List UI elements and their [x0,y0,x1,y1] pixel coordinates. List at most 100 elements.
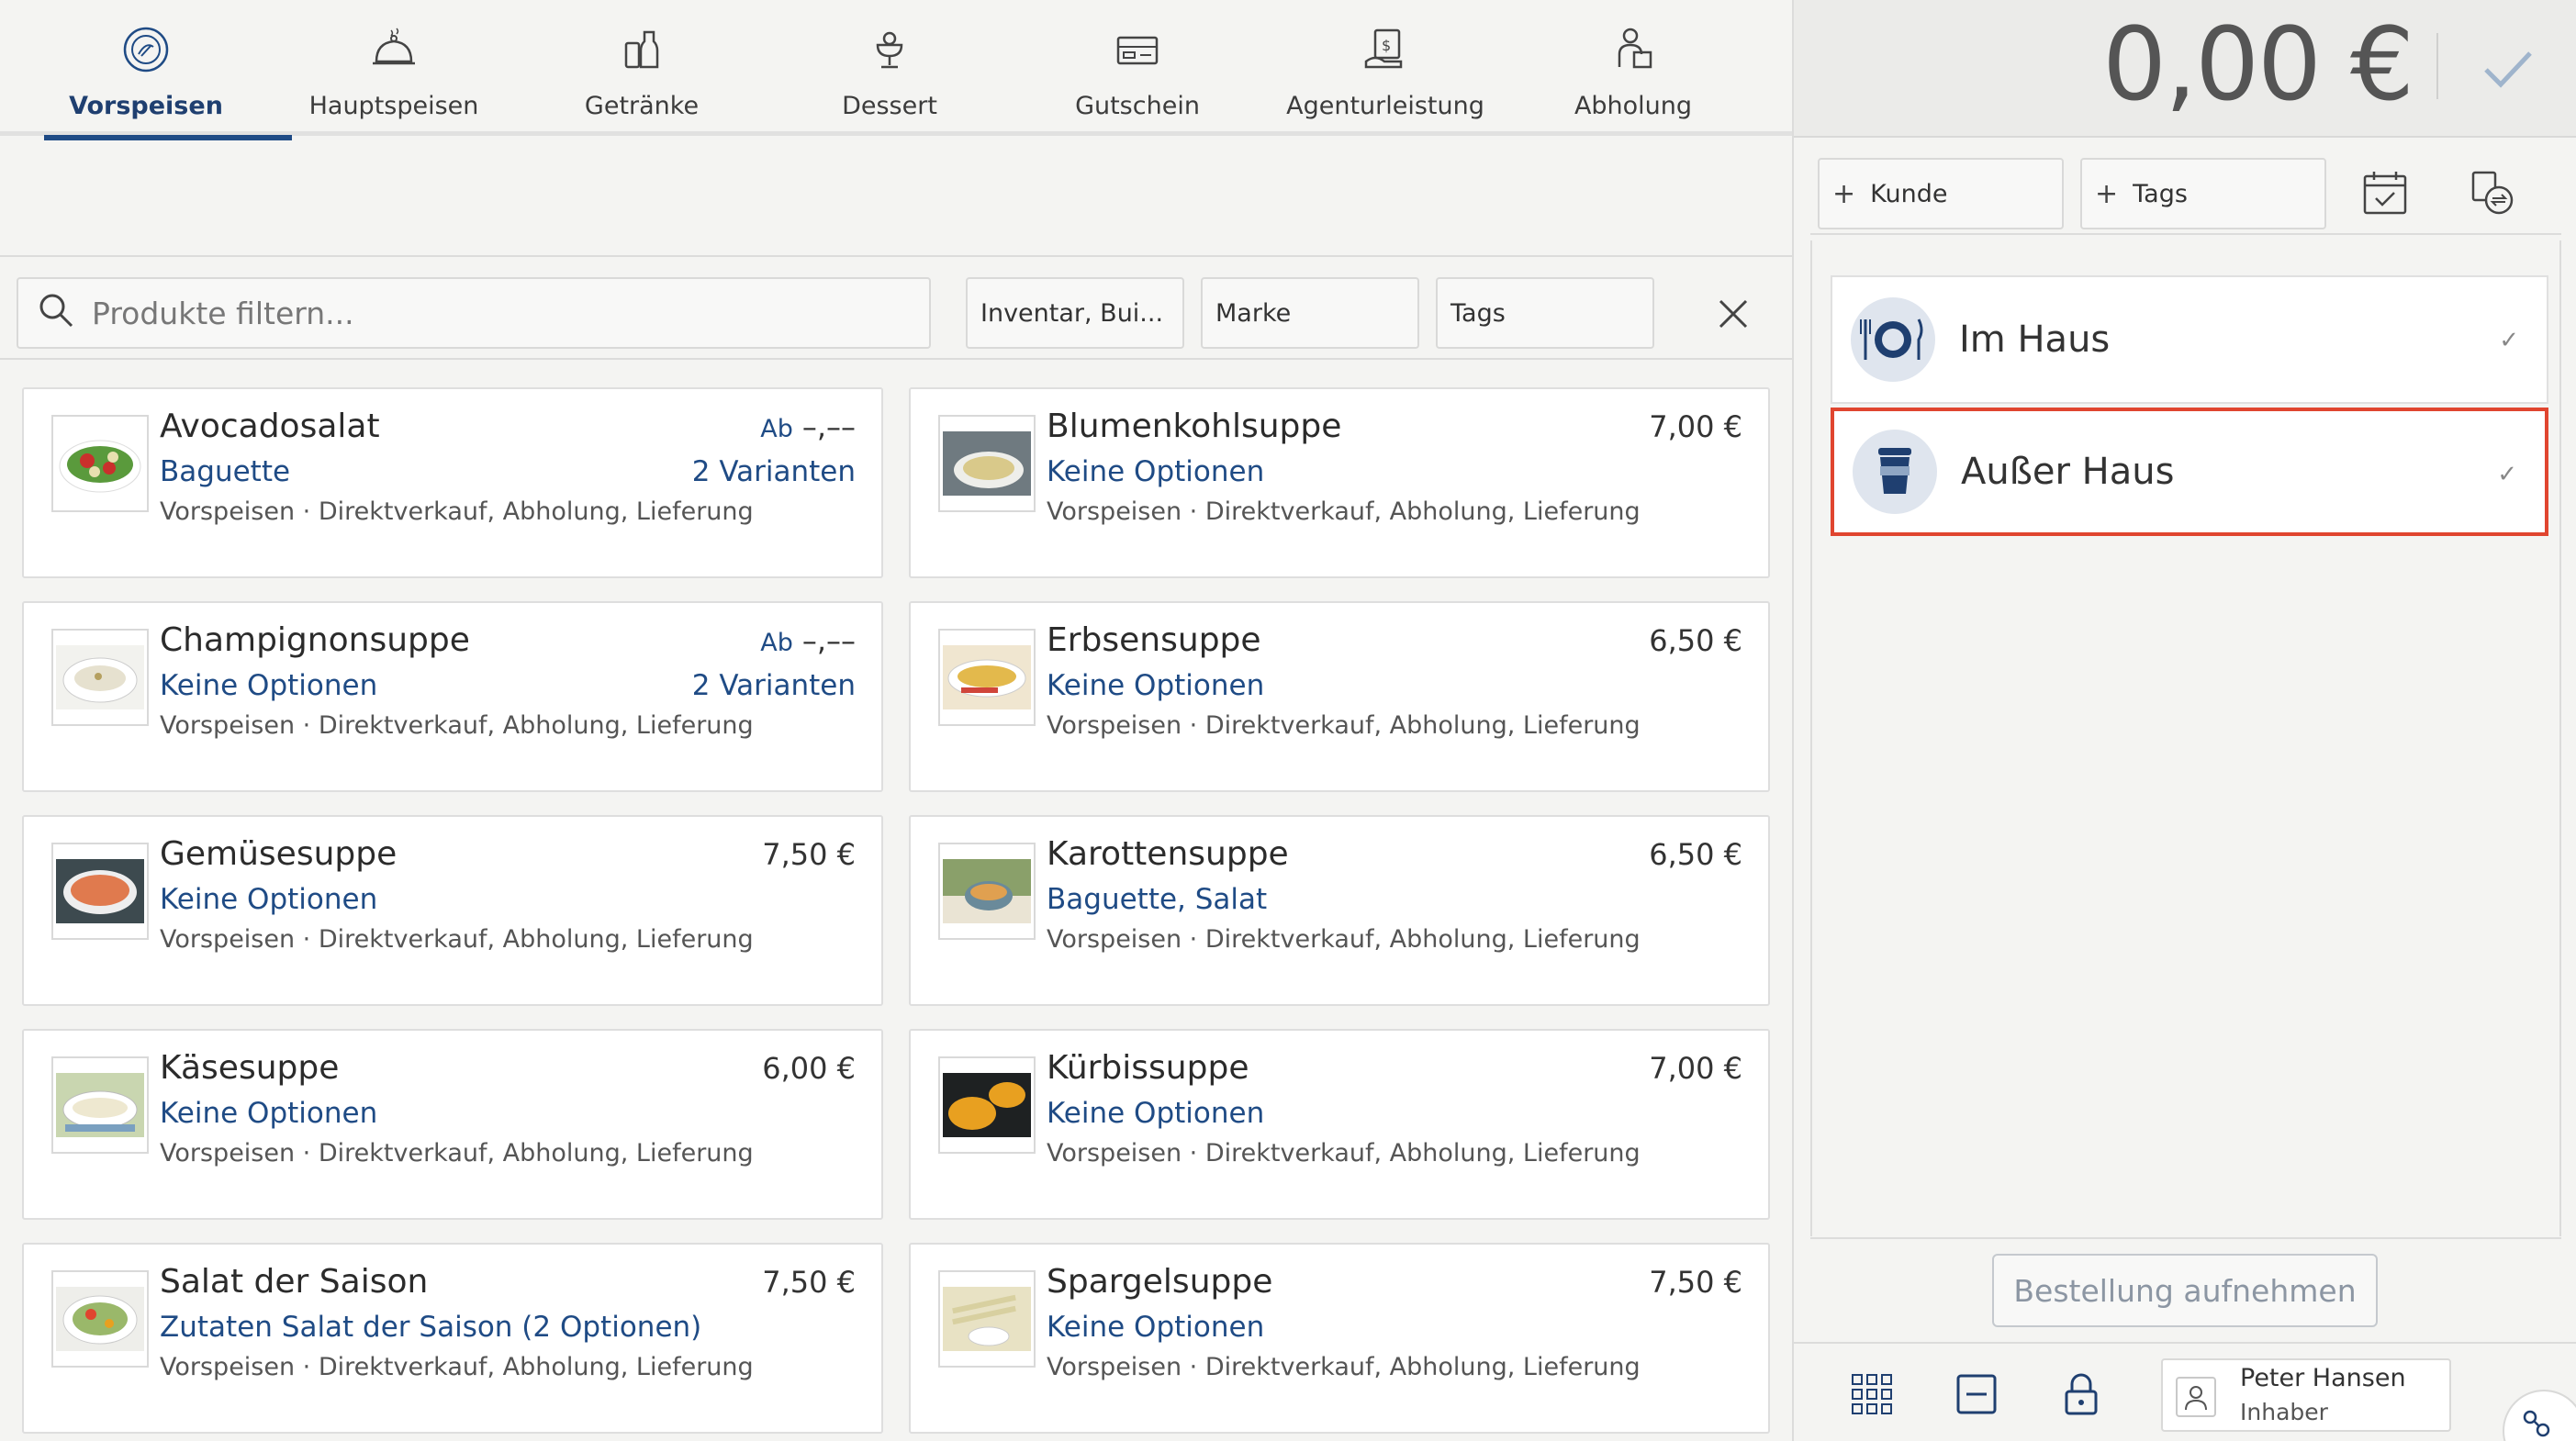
tags-filter[interactable]: Tags [1436,277,1654,349]
product-price: Ab –,–– [760,409,856,444]
product-thumbnail [51,843,149,940]
product-price: 6,50 € [1640,837,1742,872]
tab-label: Getränke [584,92,700,120]
product-name: Blumenkohlsuppe [1047,408,1342,445]
product-card-gemuesesuppe[interactable]: Gemüsesuppe Keine Optionen Vorspeisen · … [22,815,883,1006]
lock-button[interactable] [2058,1371,2104,1417]
brand-filter[interactable]: Marke [1201,277,1419,349]
inventory-filter[interactable]: Inventar, Bui... [966,277,1184,349]
product-name: Käsesuppe [160,1049,340,1087]
transfer-button[interactable] [2468,167,2519,218]
product-thumbnail [51,415,149,512]
tab-agenturleistung[interactable]: $ Agenturleistung [1261,0,1509,136]
product-card-salat-der-saison[interactable]: Salat der Saison Zutaten Salat der Saiso… [22,1243,883,1434]
product-meta: Vorspeisen · Direktverkauf, Abholung, Li… [1047,711,1641,740]
product-thumbnail [938,1056,1036,1154]
tab-abholung[interactable]: Abholung [1509,0,1757,136]
pickup-icon [1606,22,1661,77]
tab-gutschein[interactable]: Gutschein [1014,0,1261,136]
product-meta: Vorspeisen · Direktverkauf, Abholung, Li… [160,925,754,954]
product-thumbnail [938,629,1036,726]
price-value: 7,00 € [1649,409,1742,444]
cloche-icon [366,22,421,77]
order-total: 0,00 € [2102,6,2414,123]
product-card-kaesesuppe[interactable]: Käsesuppe Keine Optionen Vorspeisen · Di… [22,1029,883,1220]
minimize-button[interactable] [1954,1371,1999,1417]
product-options: Keine Optionen [160,883,378,916]
product-card-kuerbissuppe[interactable]: Kürbissuppe Keine Optionen Vorspeisen · … [909,1029,1770,1220]
product-meta: Vorspeisen · Direktverkauf, Abholung, Li… [1047,1353,1641,1381]
price-value: 7,00 € [1649,1051,1742,1086]
product-card-champignonsuppe[interactable]: Champignonsuppe Keine Optionen Vorspeise… [22,601,883,792]
product-price: 7,50 € [1640,1265,1742,1300]
agency-service-icon: $ [1358,22,1413,77]
plus-icon: + [2095,177,2119,210]
dine-in-option[interactable]: Im Haus ✓ [1831,275,2548,404]
product-card-erbsensuppe[interactable]: Erbsensuppe Keine Optionen Vorspeisen · … [909,601,1770,792]
product-name: Avocadosalat [160,408,380,445]
tab-label: Vorspeisen [69,92,223,120]
price-value: 6,00 € [762,1051,856,1086]
svg-text:$: $ [1382,37,1391,54]
clear-filters-button[interactable] [1711,292,1755,336]
product-grid: Avocadosalat Baguette Vorspeisen · Direk… [0,362,1792,1441]
order-toolbar: + Kunde + Tags [1810,154,2561,235]
product-card-blumenkohlsuppe[interactable]: Blumenkohlsuppe Keine Optionen Vorspeise… [909,387,1770,578]
price-value: 6,50 € [1649,837,1742,872]
search-icon [37,291,75,336]
takeaway-option[interactable]: Außer Haus ✓ [1831,408,2548,536]
product-card-avocadosalat[interactable]: Avocadosalat Baguette Vorspeisen · Direk… [22,387,883,578]
search-field[interactable] [17,277,931,349]
calendar-check-icon [2363,172,2407,215]
order-pane: 0,00 € + Kunde + Tags Im Haus ✓ Außer Ha… [1792,0,2576,1441]
brand-filter-label: Marke [1215,298,1292,328]
tab-hauptspeisen[interactable]: Hauptspeisen [270,0,518,136]
price-value: 7,50 € [762,1265,856,1300]
takeaway-label: Außer Haus [1961,451,2175,493]
product-card-spargelsuppe[interactable]: Spargelsuppe Keine Optionen Vorspeisen ·… [909,1243,1770,1434]
price-value: 6,50 € [1649,623,1742,658]
product-price: 6,50 € [1640,623,1742,658]
add-tags-button[interactable]: + Tags [2080,158,2326,229]
product-meta: Vorspeisen · Direktverkauf, Abholung, Li… [160,497,754,526]
price-value: –,–– [801,409,856,444]
product-options: Zutaten Salat der Saison (2 Optionen) [160,1311,702,1344]
product-thumbnail [938,415,1036,512]
appetizer-icon [118,22,174,77]
grid-icon [1852,1374,1892,1414]
connection-status-button[interactable] [2503,1390,2576,1441]
drinks-icon [614,22,669,77]
confirm-button[interactable] [2475,37,2539,101]
schedule-button[interactable] [2361,169,2409,217]
product-name: Kürbissuppe [1047,1049,1249,1087]
filter-bar: Inventar, Bui... Marke Tags [0,259,1792,360]
voucher-icon [1110,22,1165,77]
user-profile-button[interactable]: Peter Hansen Inhaber [2161,1358,2451,1432]
divider [2436,33,2438,99]
order-area: Im Haus ✓ Außer Haus ✓ [1810,240,2561,1236]
checkmark-icon [2484,51,2532,88]
product-variants: 2 Varianten [691,669,856,702]
tab-getraenke[interactable]: Getränke [518,0,766,136]
product-meta: Vorspeisen · Direktverkauf, Abholung, Li… [1047,497,1641,526]
product-thumbnail [938,1270,1036,1368]
product-price: 7,00 € [1640,409,1742,444]
search-input[interactable] [92,295,900,331]
minus-box-icon [1956,1374,1997,1414]
dessert-icon [862,22,917,77]
product-options: Baguette [160,455,291,488]
product-options: Keine Optionen [1047,1097,1265,1130]
plus-icon: + [1832,177,1856,210]
transfer-icon [2471,171,2514,215]
tab-dessert[interactable]: Dessert [766,0,1014,136]
tab-label: Dessert [842,92,937,120]
tab-vorspeisen[interactable]: Vorspeisen [22,0,292,140]
price-value: 7,50 € [762,837,856,872]
tab-label: Abholung [1574,92,1693,120]
product-card-karottensuppe[interactable]: Karottensuppe Baguette, Salat Vorspeisen… [909,815,1770,1006]
submit-order-button[interactable]: Bestellung aufnehmen [1992,1254,2378,1327]
product-thumbnail [51,1056,149,1154]
product-options: Keine Optionen [160,669,378,702]
grid-view-button[interactable] [1849,1371,1895,1417]
add-customer-button[interactable]: + Kunde [1818,158,2064,229]
